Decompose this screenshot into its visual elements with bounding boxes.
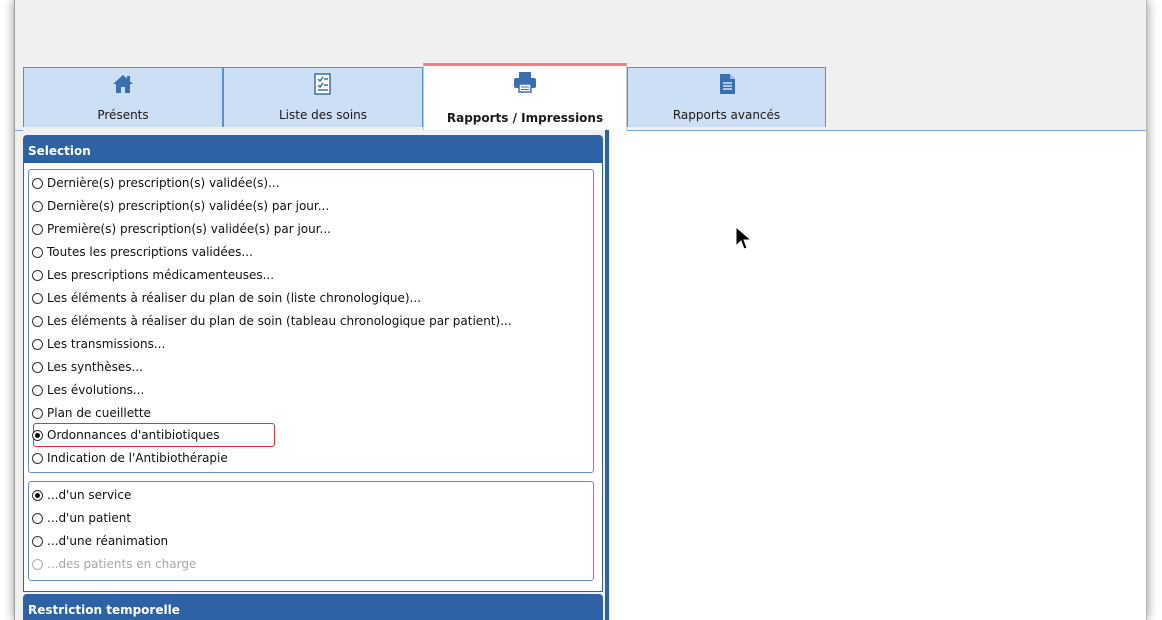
- report-option[interactable]: Les prescriptions médicamenteuses...: [32, 265, 274, 285]
- tab-rapports-impressions[interactable]: Rapports / Impressions: [423, 63, 627, 131]
- selection-panel: Selection Dernière(s) prescription(s) va…: [23, 130, 603, 620]
- restriction-header: Restriction temporelle: [23, 594, 603, 620]
- report-preview-area: [610, 131, 1146, 620]
- selection-body: Dernière(s) prescription(s) validée(s)..…: [23, 163, 603, 592]
- radio-button[interactable]: [32, 269, 43, 281]
- scope-option-disabled: ...des patients en charge: [32, 554, 196, 574]
- radio-button[interactable]: [32, 535, 43, 547]
- tab-label: Présents: [97, 108, 149, 122]
- tab-strip: Présents Liste des soins Rapports / Impr…: [15, 0, 1146, 131]
- tab-label: Rapports / Impressions: [446, 111, 604, 125]
- radio-button[interactable]: [32, 223, 43, 235]
- report-option-selected[interactable]: Ordonnances d'antibiotiques: [32, 425, 219, 445]
- radio-button[interactable]: [32, 512, 43, 524]
- radio-button[interactable]: [32, 200, 43, 212]
- report-option[interactable]: Les synthèses...: [32, 357, 143, 377]
- radio-button[interactable]: [32, 361, 43, 373]
- radio-button[interactable]: [32, 338, 43, 350]
- printer-icon: [424, 70, 626, 96]
- tab-liste-des-soins[interactable]: Liste des soins: [223, 67, 423, 127]
- report-option[interactable]: Les transmissions...: [32, 334, 165, 354]
- report-option[interactable]: Dernière(s) prescription(s) validée(s) p…: [32, 196, 329, 216]
- report-option[interactable]: Indication de l'Antibiothérapie: [32, 448, 228, 468]
- report-option[interactable]: Les évolutions...: [32, 380, 144, 400]
- report-option[interactable]: Les éléments à réaliser du plan de soin …: [32, 311, 512, 331]
- report-option[interactable]: Toutes les prescriptions validées...: [32, 242, 253, 262]
- tab-label: Rapports avancés: [672, 108, 781, 122]
- radio-button-disabled: [32, 558, 43, 570]
- scope-option-selected[interactable]: ...d'un service: [32, 485, 131, 505]
- document-icon: [628, 72, 825, 98]
- tab-rapports-avances[interactable]: Rapports avancés: [627, 67, 826, 127]
- radio-button-selected[interactable]: [32, 489, 43, 501]
- selection-header: Selection: [23, 135, 603, 163]
- radio-button[interactable]: [32, 452, 43, 464]
- panel-splitter[interactable]: [605, 130, 609, 620]
- radio-button[interactable]: [32, 177, 43, 189]
- radio-button[interactable]: [32, 246, 43, 258]
- radio-button[interactable]: [32, 292, 43, 304]
- report-option[interactable]: Les éléments à réaliser du plan de soin …: [32, 288, 421, 308]
- mouse-cursor-icon: [735, 225, 753, 255]
- tab-label: Liste des soins: [278, 108, 368, 122]
- checklist-icon: [224, 72, 422, 98]
- app-window: Présents Liste des soins Rapports / Impr…: [14, 0, 1147, 620]
- radio-button[interactable]: [32, 407, 43, 419]
- report-option[interactable]: Dernière(s) prescription(s) validée(s)..…: [32, 173, 280, 193]
- radio-button[interactable]: [32, 384, 43, 396]
- home-icon: [24, 72, 222, 98]
- report-option[interactable]: Plan de cueillette: [32, 403, 151, 423]
- scope-option[interactable]: ...d'un patient: [32, 508, 131, 528]
- scope-group: ...d'un service ...d'un patient ...d'une…: [28, 481, 594, 581]
- scope-option[interactable]: ...d'une réanimation: [32, 531, 168, 551]
- report-option[interactable]: Première(s) prescription(s) validée(s) p…: [32, 219, 331, 239]
- radio-button-selected[interactable]: [32, 429, 43, 441]
- tab-presents[interactable]: Présents: [23, 67, 223, 127]
- report-type-group: Dernière(s) prescription(s) validée(s)..…: [28, 169, 594, 473]
- radio-button[interactable]: [32, 315, 43, 327]
